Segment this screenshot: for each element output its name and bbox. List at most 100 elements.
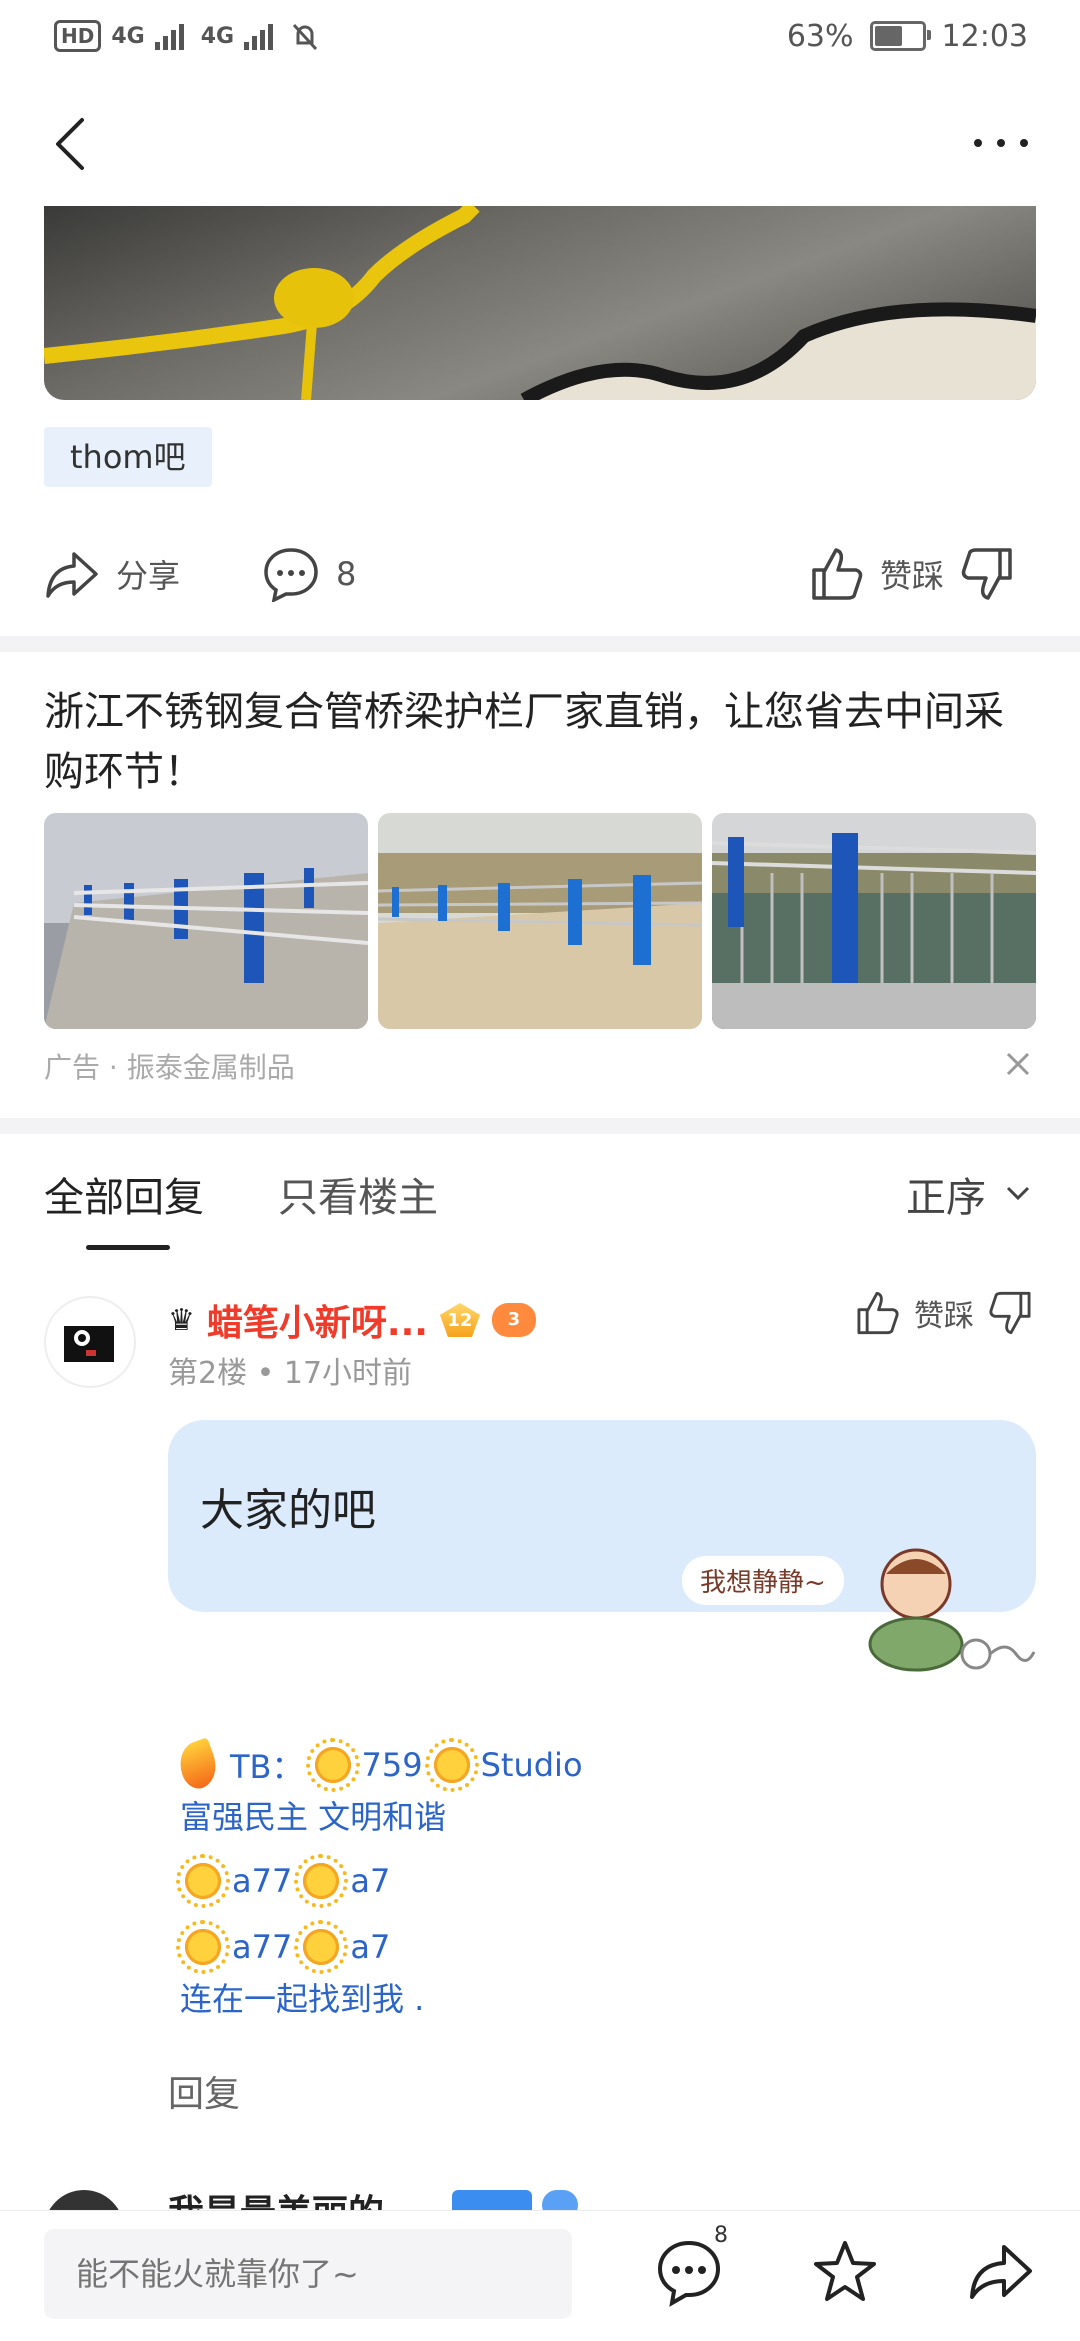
ad-image-1-art — [44, 813, 368, 1029]
ad-footer: 广告 · 振泰金属制品 — [44, 1051, 295, 1084]
reply-button[interactable]: 回复 — [168, 2065, 240, 2117]
flame-icon — [173, 1737, 223, 1793]
level-badge: 12 — [439, 1303, 480, 1337]
share-icon — [46, 552, 98, 598]
sun-emoji-icon — [294, 1854, 349, 1908]
bottom-bar: 8 — [0, 2210, 1080, 2341]
reply-username[interactable]: 蜡笔小新呀... — [207, 1294, 428, 1346]
section-divider-2 — [0, 1118, 1080, 1134]
comment-button[interactable]: 8 — [262, 546, 356, 602]
sun-emoji-icon — [176, 1920, 230, 1974]
sig-line2: 富强民主 文明和谐 — [180, 1798, 447, 1836]
avatar-art — [64, 1326, 114, 1362]
nav-bar — [0, 72, 1080, 206]
sun-emoji-icon — [424, 1738, 479, 1792]
post-image[interactable] — [44, 206, 1036, 400]
tab-only-op[interactable]: 只看楼主 — [278, 1165, 438, 1223]
sticker-label: 我想静静~ — [682, 1556, 844, 1605]
signature-line-3: a77 a7 — [176, 1854, 880, 1908]
comment-icon — [264, 548, 318, 602]
status-right: 63% 12:03 — [787, 18, 1028, 54]
reply-content: 大家的吧 — [200, 1485, 376, 1536]
sort-dropdown[interactable]: 正序 — [906, 1165, 1032, 1223]
next-reply-peek: 我是最美丽的 — [44, 2190, 1036, 2210]
signature-line-4: a77 a7 — [176, 1920, 880, 1974]
op-badge — [452, 2190, 532, 2210]
ad-image-3[interactable] — [712, 813, 1036, 1029]
floor-number: 第2楼 — [168, 1356, 248, 1391]
sig-line4-a: a77 — [232, 1928, 293, 1966]
mute-bell-icon — [292, 23, 318, 51]
signal-icon-2 — [244, 24, 274, 50]
tab-underline — [86, 1245, 170, 1250]
reply-like-label: 赞踩 — [914, 1299, 974, 1334]
comment-count: 8 — [336, 555, 357, 593]
reply-time: 17小时前 — [283, 1356, 413, 1391]
sig-line1-b: Studio — [480, 1746, 583, 1784]
next-reply-username[interactable]: 我是最美丽的 — [168, 2190, 384, 2210]
sun-emoji-icon — [305, 1738, 360, 1792]
sig-line1-a: 759 — [361, 1746, 423, 1784]
level-badge-next — [542, 2190, 578, 2210]
battery-fill — [874, 26, 903, 46]
sig-line5: 连在一起找到我 . — [180, 1980, 425, 2018]
battery-icon — [869, 21, 931, 51]
reply-like-group: 赞踩 — [854, 1290, 1034, 1336]
back-icon[interactable] — [44, 114, 104, 174]
sun-emoji-icon — [176, 1854, 230, 1908]
share-label: 分享 — [116, 557, 181, 595]
forum-tag[interactable]: thom吧 — [44, 427, 212, 487]
signature-line-2: 富强民主 文明和谐 — [180, 1790, 880, 1840]
signal-icon — [154, 24, 184, 50]
sort-label: 正序 — [906, 1175, 986, 1221]
tab-all-replies[interactable]: 全部回复 — [44, 1165, 204, 1223]
share-button[interactable]: 分享 — [44, 546, 180, 602]
network-indicator-1: 4G — [111, 23, 145, 49]
floor-meta: 第2楼 • 17小时前 — [168, 1348, 412, 1392]
comment-input[interactable] — [44, 2229, 572, 2319]
star-icon[interactable] — [810, 2237, 880, 2307]
network-indicator-2: 4G — [200, 23, 235, 49]
ad-title[interactable]: 浙江不锈钢复合管桥梁护栏厂家直销，让您省去中间采购环节！ — [44, 682, 1036, 802]
ad-image-1[interactable] — [44, 813, 368, 1029]
clock: 12:03 — [941, 18, 1028, 54]
like-dislike-label: 赞踩 — [880, 557, 945, 595]
signature-line-5: 连在一起找到我 . — [180, 1972, 880, 2022]
thumbs-down-icon[interactable] — [960, 546, 1016, 602]
sig-line4-b: a7 — [350, 1928, 391, 1966]
post-action-row: 分享 8 赞踩 — [0, 536, 1080, 616]
thumbs-down-icon[interactable] — [988, 1290, 1034, 1336]
close-icon[interactable] — [1004, 1050, 1032, 1078]
message-count: 8 — [714, 2223, 728, 2248]
like-dislike-group: 赞踩 — [808, 546, 1016, 602]
ad-image-3-art — [712, 813, 1036, 1029]
more-icon[interactable] — [966, 118, 1036, 168]
signature-line-1: TB： 759 Studio — [173, 1737, 880, 1793]
avatar[interactable] — [44, 1296, 136, 1388]
user-signature: TB： 759 Studio 富强民主 文明和谐 a77 a7 a77 a7 连… — [173, 1737, 880, 2022]
sun-emoji-icon — [294, 1920, 349, 1974]
thumbs-up-icon[interactable] — [854, 1290, 900, 1336]
ad-images[interactable] — [44, 813, 1036, 1029]
sig-line3-b: a7 — [350, 1862, 391, 1900]
ad-image-2[interactable] — [378, 813, 702, 1029]
game-badge: 3 — [491, 1303, 536, 1337]
sticker-icon — [868, 1548, 1036, 1672]
meta-dot: • — [256, 1356, 284, 1391]
status-left: HD 4G 4G — [54, 18, 320, 54]
post-image-art — [44, 206, 1036, 400]
sig-tb-prefix: TB： — [230, 1748, 304, 1786]
sig-line3-a: a77 — [232, 1862, 293, 1900]
reply-tabs: 全部回复 只看楼主 正序 — [0, 1145, 1080, 1255]
ad-image-2-art — [378, 813, 702, 1029]
battery-percent: 63% — [786, 18, 854, 54]
next-avatar[interactable] — [44, 2190, 124, 2210]
crown-icon: ♛ — [168, 1302, 195, 1338]
hd-indicator: HD — [54, 20, 102, 52]
share-icon[interactable] — [966, 2237, 1036, 2307]
section-divider — [0, 636, 1080, 652]
thumbs-up-icon[interactable] — [808, 546, 864, 602]
reply-user-row: ♛ 蜡笔小新呀... 12 3 — [168, 1294, 536, 1346]
chevron-down-icon — [1006, 1186, 1030, 1201]
status-bar: HD 4G 4G 63% 12:03 — [0, 0, 1080, 72]
